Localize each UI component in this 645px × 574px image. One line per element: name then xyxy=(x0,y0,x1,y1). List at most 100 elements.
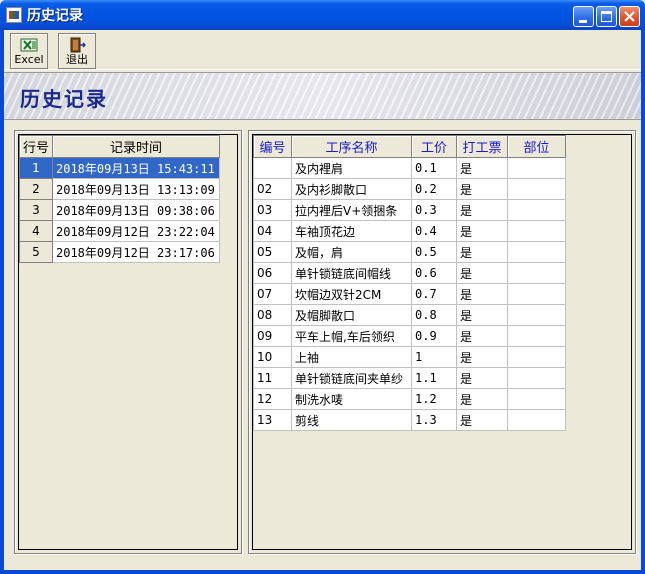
title-bar[interactable]: 历史记录 xyxy=(0,0,645,30)
process-row[interactable]: 04 车袖顶花边 0.4 是 xyxy=(253,220,566,242)
process-row-price[interactable]: 0.5 xyxy=(411,241,457,263)
process-row[interactable]: 08 及帽脚散口 0.8 是 xyxy=(253,304,566,326)
process-row-code[interactable]: 10 xyxy=(253,346,292,368)
process-row-name[interactable]: 坎帽边双针2CM xyxy=(291,283,412,305)
process-row[interactable]: 06 单针锁链底间帽线 0.6 是 xyxy=(253,262,566,284)
history-row[interactable]: 4 2018年09月12日 23:22:04 xyxy=(19,220,220,242)
process-row-part[interactable] xyxy=(507,241,566,263)
process-row-part[interactable] xyxy=(507,367,566,389)
history-row-time[interactable]: 2018年09月13日 13:13:09 xyxy=(52,178,220,200)
exit-button[interactable]: 退出 xyxy=(58,33,96,69)
process-row[interactable]: 05 及帽，肩 0.5 是 xyxy=(253,241,566,263)
process-row-part[interactable] xyxy=(507,199,566,221)
process-row-part[interactable] xyxy=(507,409,566,431)
process-row-part[interactable] xyxy=(507,283,566,305)
process-row-ticket[interactable]: 是 xyxy=(456,199,508,221)
process-row-code[interactable]: 03 xyxy=(253,199,292,221)
process-row-code[interactable]: 07 xyxy=(253,283,292,305)
process-row-part[interactable] xyxy=(507,262,566,284)
history-row[interactable]: 3 2018年09月13日 09:38:06 xyxy=(19,199,220,221)
process-row-name[interactable]: 平车上帽,车后领织 xyxy=(291,325,412,347)
process-row-ticket[interactable]: 是 xyxy=(456,241,508,263)
process-col-price[interactable]: 工价 xyxy=(411,135,457,158)
process-row-part[interactable] xyxy=(507,220,566,242)
process-row-code[interactable]: 09 xyxy=(253,325,292,347)
history-row[interactable]: 1 2018年09月13日 15:43:11 xyxy=(19,157,220,179)
process-row-ticket[interactable]: 是 xyxy=(456,388,508,410)
process-row[interactable]: 07 坎帽边双针2CM 0.7 是 xyxy=(253,283,566,305)
process-row-ticket[interactable]: 是 xyxy=(456,409,508,431)
process-row-name[interactable]: 及帽脚散口 xyxy=(291,304,412,326)
history-row[interactable]: 5 2018年09月12日 23:17:06 xyxy=(19,241,220,263)
minimize-button[interactable] xyxy=(573,6,594,27)
close-button[interactable] xyxy=(619,6,640,27)
process-row-price[interactable]: 0.6 xyxy=(411,262,457,284)
process-row-name[interactable]: 上袖 xyxy=(291,346,412,368)
process-row-name[interactable]: 及内裡肩 xyxy=(291,157,412,179)
history-col-time[interactable]: 记录时间 xyxy=(52,135,220,158)
process-row-code[interactable]: 05 xyxy=(253,241,292,263)
process-row-ticket[interactable]: 是 xyxy=(456,283,508,305)
process-row-ticket[interactable]: 是 xyxy=(456,178,508,200)
history-grid[interactable]: 行号 记录时间 1 2018年09月13日 15:43:11 2 2018年09… xyxy=(18,134,238,550)
process-row[interactable]: 01 及内裡肩 0.1 是 xyxy=(253,157,566,179)
process-col-ticket[interactable]: 打工票 xyxy=(456,135,508,158)
history-row-time[interactable]: 2018年09月13日 09:38:06 xyxy=(52,199,220,221)
process-row-price[interactable]: 0.4 xyxy=(411,220,457,242)
process-row-code[interactable]: 01 xyxy=(253,157,292,179)
process-row-price[interactable]: 0.2 xyxy=(411,178,457,200)
history-row-time[interactable]: 2018年09月13日 15:43:11 xyxy=(52,157,220,179)
process-row-name[interactable]: 拉内裡后V+领捆条 xyxy=(291,199,412,221)
process-row-code[interactable]: 04 xyxy=(253,220,292,242)
process-row-name[interactable]: 车袖顶花边 xyxy=(291,220,412,242)
process-row-ticket[interactable]: 是 xyxy=(456,346,508,368)
process-row-name[interactable]: 及帽，肩 xyxy=(291,241,412,263)
process-row-code[interactable]: 12 xyxy=(253,388,292,410)
process-row-part[interactable] xyxy=(507,346,566,368)
process-row-price[interactable]: 0.3 xyxy=(411,199,457,221)
process-row-name[interactable]: 及内衫脚散口 xyxy=(291,178,412,200)
maximize-button[interactable] xyxy=(596,6,617,27)
process-row-part[interactable] xyxy=(507,304,566,326)
process-row-ticket[interactable]: 是 xyxy=(456,157,508,179)
process-row-price[interactable]: 1.1 xyxy=(411,367,457,389)
history-row-time[interactable]: 2018年09月12日 23:17:06 xyxy=(52,241,220,263)
process-row-part[interactable] xyxy=(507,325,566,347)
process-row-code[interactable]: 08 xyxy=(253,304,292,326)
process-col-code[interactable]: 编号 xyxy=(253,135,292,158)
history-row-time[interactable]: 2018年09月12日 23:22:04 xyxy=(52,220,220,242)
process-row-price[interactable]: 1 xyxy=(411,346,457,368)
history-row[interactable]: 2 2018年09月13日 13:13:09 xyxy=(19,178,220,200)
process-row-price[interactable]: 0.7 xyxy=(411,283,457,305)
process-row-name[interactable]: 剪线 xyxy=(291,409,412,431)
process-row[interactable]: 03 拉内裡后V+领捆条 0.3 是 xyxy=(253,199,566,221)
history-col-num[interactable]: 行号 xyxy=(19,135,53,158)
process-row[interactable]: 10 上袖 1 是 xyxy=(253,346,566,368)
process-row-code[interactable]: 13 xyxy=(253,409,292,431)
process-row[interactable]: 11 单针锁链底间夹单纱 1.1 是 xyxy=(253,367,566,389)
process-row-name[interactable]: 单针锁链底间帽线 xyxy=(291,262,412,284)
process-row-ticket[interactable]: 是 xyxy=(456,262,508,284)
process-row-ticket[interactable]: 是 xyxy=(456,220,508,242)
process-row-ticket[interactable]: 是 xyxy=(456,325,508,347)
excel-button[interactable]: Excel xyxy=(10,33,48,69)
process-row-price[interactable]: 0.9 xyxy=(411,325,457,347)
process-col-part[interactable]: 部位 xyxy=(507,135,566,158)
process-row-part[interactable] xyxy=(507,157,566,179)
process-col-name[interactable]: 工序名称 xyxy=(291,135,412,158)
process-row-price[interactable]: 1.3 xyxy=(411,409,457,431)
process-row-price[interactable]: 0.1 xyxy=(411,157,457,179)
process-row-ticket[interactable]: 是 xyxy=(456,367,508,389)
process-row-name[interactable]: 单针锁链底间夹单纱 xyxy=(291,367,412,389)
process-row[interactable]: 12 制洗水唛 1.2 是 xyxy=(253,388,566,410)
process-row[interactable]: 02 及内衫脚散口 0.2 是 xyxy=(253,178,566,200)
process-row-name[interactable]: 制洗水唛 xyxy=(291,388,412,410)
process-row-price[interactable]: 1.2 xyxy=(411,388,457,410)
process-row-code[interactable]: 06 xyxy=(253,262,292,284)
process-row-code[interactable]: 02 xyxy=(253,178,292,200)
process-row-part[interactable] xyxy=(507,388,566,410)
process-row[interactable]: 13 剪线 1.3 是 xyxy=(253,409,566,431)
process-row-ticket[interactable]: 是 xyxy=(456,304,508,326)
process-row[interactable]: 09 平车上帽,车后领织 0.9 是 xyxy=(253,325,566,347)
process-grid[interactable]: 编号 工序名称 工价 打工票 部位 01 及内裡肩 0.1 是 02 及内衫脚散口 0.2 是… xyxy=(252,134,632,550)
